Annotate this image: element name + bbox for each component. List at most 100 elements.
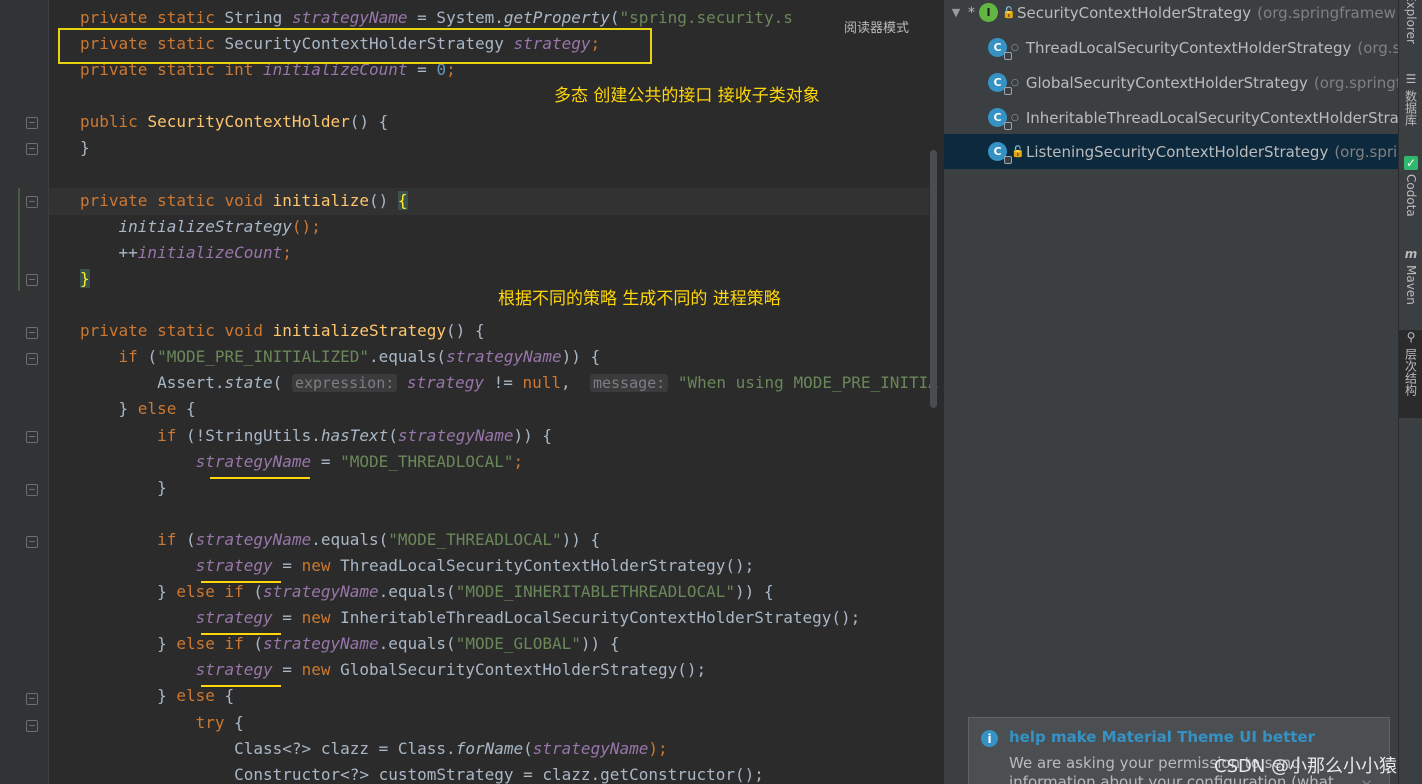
code-line[interactable]: strategy = new GlobalSecurityContextHold… (80, 657, 940, 683)
fold-marker[interactable] (26, 484, 38, 496)
editor-gutter[interactable] (0, 0, 48, 784)
code-line[interactable]: } else { (80, 683, 940, 709)
code-token: Constructor<?> customStrategy = clazz.ge… (80, 764, 764, 784)
tool-tab-database[interactable]: ☰ 数据库 (1399, 72, 1422, 126)
code-line[interactable]: public SecurityContextHolder() { (80, 109, 940, 135)
code-token: ; (282, 242, 292, 262)
hierarchy-item[interactable]: C ○ InheritableThreadLocalSecurityContex… (944, 100, 1398, 135)
code-line[interactable]: try { (80, 710, 940, 736)
tool-tab-codota[interactable]: ✓ Codota (1399, 156, 1422, 217)
code-token: private static void (80, 321, 273, 341)
code-line[interactable]: strategyName = "MODE_THREADLOCAL"; (80, 449, 940, 475)
code-token: strategy (195, 660, 273, 680)
code-token: if (157, 425, 186, 445)
code-token: else (176, 686, 225, 706)
annotation-strategy-note: 根据不同的策略 生成不同的 进程策略 (498, 289, 781, 309)
hierarchy-root-item[interactable]: ▼ * I 🔓 SecurityContextHolderStrategy (o… (944, 0, 1398, 30)
code-token: Class<?> clazz = Class. (80, 738, 456, 758)
hierarchy-item-name: ThreadLocalSecurityContextHolderStrategy (1025, 38, 1352, 57)
info-icon: i (981, 730, 998, 747)
vcs-change-marker[interactable] (18, 188, 20, 291)
code-line[interactable]: private static void initializeStrategy()… (80, 318, 940, 344)
code-line[interactable]: } else { (80, 396, 940, 422)
code-line[interactable]: Class<?> clazz = Class.forName(strategyN… (80, 736, 940, 762)
code-token: ; (513, 451, 524, 471)
fold-marker[interactable] (26, 196, 38, 208)
code-editor[interactable]: private static String strategyName = Sys… (0, 0, 942, 784)
code-token: { (234, 712, 244, 732)
hierarchy-item-selected[interactable]: C 🔓 ListeningSecurityContextHolderStrate… (944, 134, 1398, 169)
fold-marker[interactable] (26, 353, 38, 365)
code-token: new (301, 555, 341, 575)
code-line[interactable] (80, 501, 940, 527)
class-icon: C (988, 38, 1012, 60)
code-line[interactable]: Assert.state( expression: strategy != nu… (80, 370, 940, 396)
editor-scrollbar[interactable] (930, 150, 937, 408)
fold-marker[interactable] (26, 431, 38, 443)
code-token: { (224, 686, 235, 706)
code-line[interactable]: ++initializeCount; (80, 240, 940, 266)
star-icon: * (968, 4, 975, 21)
annotation-highlight-box (58, 28, 652, 64)
code-token: "MODE_THREADLOCAL" (388, 529, 562, 549)
code-line[interactable]: strategy = new ThreadLocalSecurityContex… (80, 553, 940, 579)
code-token: (!StringUtils. (185, 425, 321, 445)
tool-tab-explorer[interactable]: Explorer (1399, 0, 1422, 44)
code-line[interactable]: if (strategyName.equals("MODE_THREADLOCA… (80, 527, 940, 553)
fold-marker[interactable] (26, 143, 38, 155)
code-line[interactable]: } else if (strategyName.equals("MODE_GLO… (80, 631, 940, 657)
code-token: )) { (561, 347, 601, 367)
watermark: CSDN @小那么小小猿 (1214, 756, 1398, 777)
reader-mode-toggle[interactable]: 阅读器模式 (838, 17, 916, 36)
annotation-underline (201, 581, 281, 583)
hierarchy-item[interactable]: C ○ ThreadLocalSecurityContextHolderStra… (944, 30, 1398, 65)
code-line[interactable]: initializeStrategy(); (80, 214, 940, 240)
hierarchy-item-name: InheritableThreadLocalSecurityContextHol… (1025, 108, 1398, 127)
code-token: )) { (561, 529, 601, 549)
annotation-underline (201, 685, 281, 687)
fold-marker[interactable] (26, 274, 38, 286)
code-token: ( (253, 634, 264, 654)
code-line[interactable]: private static void initialize() { (80, 188, 940, 214)
code-token: strategyName (397, 425, 514, 445)
code-token: Assert. (80, 373, 225, 393)
fold-marker[interactable] (26, 536, 38, 548)
code-token: InheritableThreadLocalSecurityContextHol… (340, 608, 861, 628)
code-line[interactable]: } (80, 135, 940, 161)
code-line[interactable]: } (80, 475, 940, 501)
hierarchy-icon: ⚲ (1406, 330, 1416, 344)
tool-tab-maven[interactable]: m Maven (1399, 247, 1422, 305)
code-line[interactable]: Constructor<?> customStrategy = clazz.ge… (80, 762, 940, 784)
code-token: () { (349, 112, 389, 132)
type-hierarchy-panel[interactable]: ▼ * I 🔓 SecurityContextHolderStrategy (o… (943, 0, 1398, 784)
code-line[interactable]: if ("MODE_PRE_INITIALIZED".equals(strate… (80, 344, 940, 370)
code-line[interactable]: strategy = new InheritableThreadLocalSec… (80, 605, 940, 631)
gutter-separator (48, 0, 49, 784)
fold-marker[interactable] (26, 327, 38, 339)
code-token: initializeStrategy (118, 216, 292, 236)
hierarchy-item[interactable]: C ○ GlobalSecurityContextHolderStrategy … (944, 65, 1398, 100)
hierarchy-item-package: (org.s (1357, 38, 1398, 57)
fold-marker[interactable] (26, 693, 38, 705)
code-token: .equals( (369, 347, 447, 367)
public-icon: 🔓 (1011, 145, 1025, 158)
code-token: "MODE_PRE_INITIALIZED" (157, 347, 369, 367)
class-icon: C (988, 73, 1012, 95)
fold-marker[interactable] (26, 720, 38, 732)
code-token: strategyName (195, 451, 312, 471)
chevron-down-icon[interactable]: ▼ (950, 6, 962, 19)
code-token: else if (176, 582, 254, 602)
fold-marker[interactable] (26, 117, 38, 129)
code-line[interactable]: if (!StringUtils.hasText(strategyName)) … (80, 423, 940, 449)
tool-tab-hierarchy[interactable]: ⚲ 层次结构 (1399, 330, 1422, 418)
package-private-icon: ○ (1011, 77, 1019, 88)
code-lines[interactable]: private static String strategyName = Sys… (80, 5, 940, 784)
code-token: else if (176, 634, 254, 654)
notification-title[interactable]: help make Material Theme UI better (1009, 728, 1315, 746)
code-token: strategyName (263, 634, 379, 654)
code-token: strategy (406, 373, 484, 393)
code-line[interactable] (80, 162, 940, 188)
